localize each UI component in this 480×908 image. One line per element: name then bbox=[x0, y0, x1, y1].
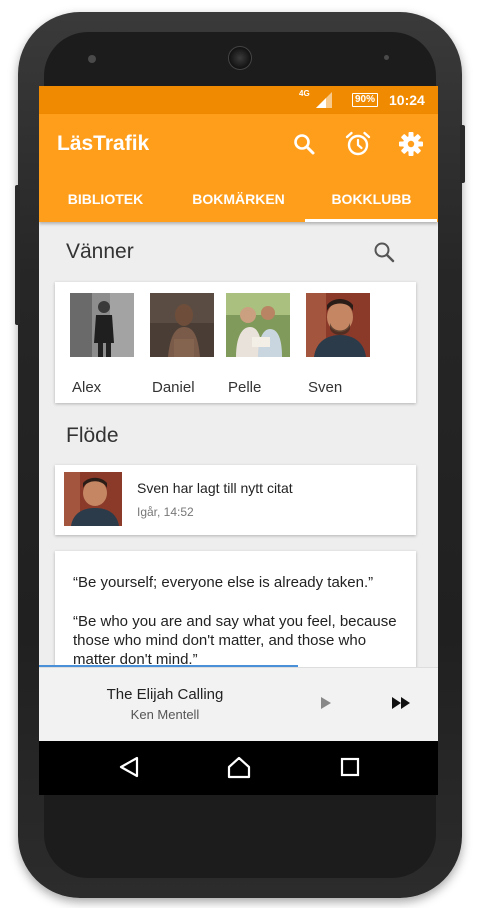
friend-name: Daniel bbox=[152, 379, 195, 396]
avatar bbox=[64, 472, 122, 526]
app-title: LäsTrafik bbox=[57, 132, 150, 155]
phone-sensor-right bbox=[384, 55, 389, 60]
phone-speaker bbox=[228, 46, 252, 70]
quote-text-1: “Be yourself; everyone else is already t… bbox=[73, 574, 374, 591]
friend-daniel[interactable]: Daniel bbox=[150, 293, 216, 396]
feed-item[interactable]: Sven har lagt till nytt citat Igår, 14:5… bbox=[55, 465, 416, 535]
friend-name: Alex bbox=[72, 379, 102, 396]
network-type: 4G bbox=[299, 89, 310, 98]
signal-icon bbox=[316, 92, 332, 108]
track-artist: Ken Mentell bbox=[130, 707, 200, 722]
friend-sven[interactable]: Sven bbox=[306, 293, 372, 396]
alarm-clock-icon[interactable] bbox=[344, 130, 372, 158]
avatar bbox=[306, 293, 370, 357]
friends-card: Alex Daniel Pelle Sven bbox=[55, 282, 416, 403]
system-navigation-bar bbox=[39, 741, 438, 795]
tab-selected-indicator bbox=[305, 219, 437, 222]
back-icon[interactable] bbox=[118, 755, 140, 779]
quote-text-2: “Be who you are and say what you feel, b… bbox=[73, 613, 397, 668]
quote-card[interactable]: “Be yourself; everyone else is already t… bbox=[55, 551, 416, 681]
phone-sensor-left bbox=[88, 55, 96, 63]
friend-alex[interactable]: Alex bbox=[70, 293, 136, 396]
tab-bokklubb[interactable]: BOKKLUBB bbox=[305, 190, 438, 218]
friend-pelle[interactable]: Pelle bbox=[226, 293, 292, 396]
friends-heading: Vänner bbox=[66, 240, 134, 263]
friend-name: Sven bbox=[308, 379, 343, 396]
phone-side-button-left bbox=[15, 185, 20, 325]
player-bar: The Elijah Calling Ken Mentell bbox=[39, 667, 438, 742]
gear-icon[interactable] bbox=[397, 130, 425, 158]
status-time: 10:24 bbox=[389, 92, 425, 108]
app-screen: 4G 90% 10:24 LäsTrafik BIBLIOTEK BOKMÄRK… bbox=[39, 86, 438, 795]
friend-name: Pelle bbox=[228, 379, 262, 396]
friends-search-icon[interactable] bbox=[372, 240, 396, 264]
tab-bokmarken[interactable]: BOKMÄRKEN bbox=[172, 190, 305, 218]
avatar bbox=[70, 293, 134, 357]
tab-bibliotek[interactable]: BIBLIOTEK bbox=[39, 190, 172, 218]
home-icon[interactable] bbox=[226, 755, 252, 779]
app-bar: LäsTrafik BIBLIOTEK BOKMÄRKEN BOKKLUBB bbox=[39, 114, 438, 222]
avatar bbox=[150, 293, 214, 357]
status-bar: 4G 90% 10:24 bbox=[39, 86, 438, 114]
battery-indicator: 90% bbox=[352, 93, 379, 107]
track-title: The Elijah Calling bbox=[106, 686, 224, 703]
play-icon[interactable] bbox=[319, 695, 333, 711]
search-icon[interactable] bbox=[290, 130, 318, 158]
avatar bbox=[226, 293, 290, 357]
fast-forward-icon[interactable] bbox=[391, 695, 411, 711]
feed-item-text: Sven har lagt till nytt citat bbox=[137, 480, 293, 496]
feed-item-time: Igår, 14:52 bbox=[137, 505, 194, 519]
feed-heading: Flöde bbox=[66, 424, 119, 447]
recents-icon[interactable] bbox=[339, 755, 361, 779]
phone-side-button-right bbox=[460, 125, 465, 183]
